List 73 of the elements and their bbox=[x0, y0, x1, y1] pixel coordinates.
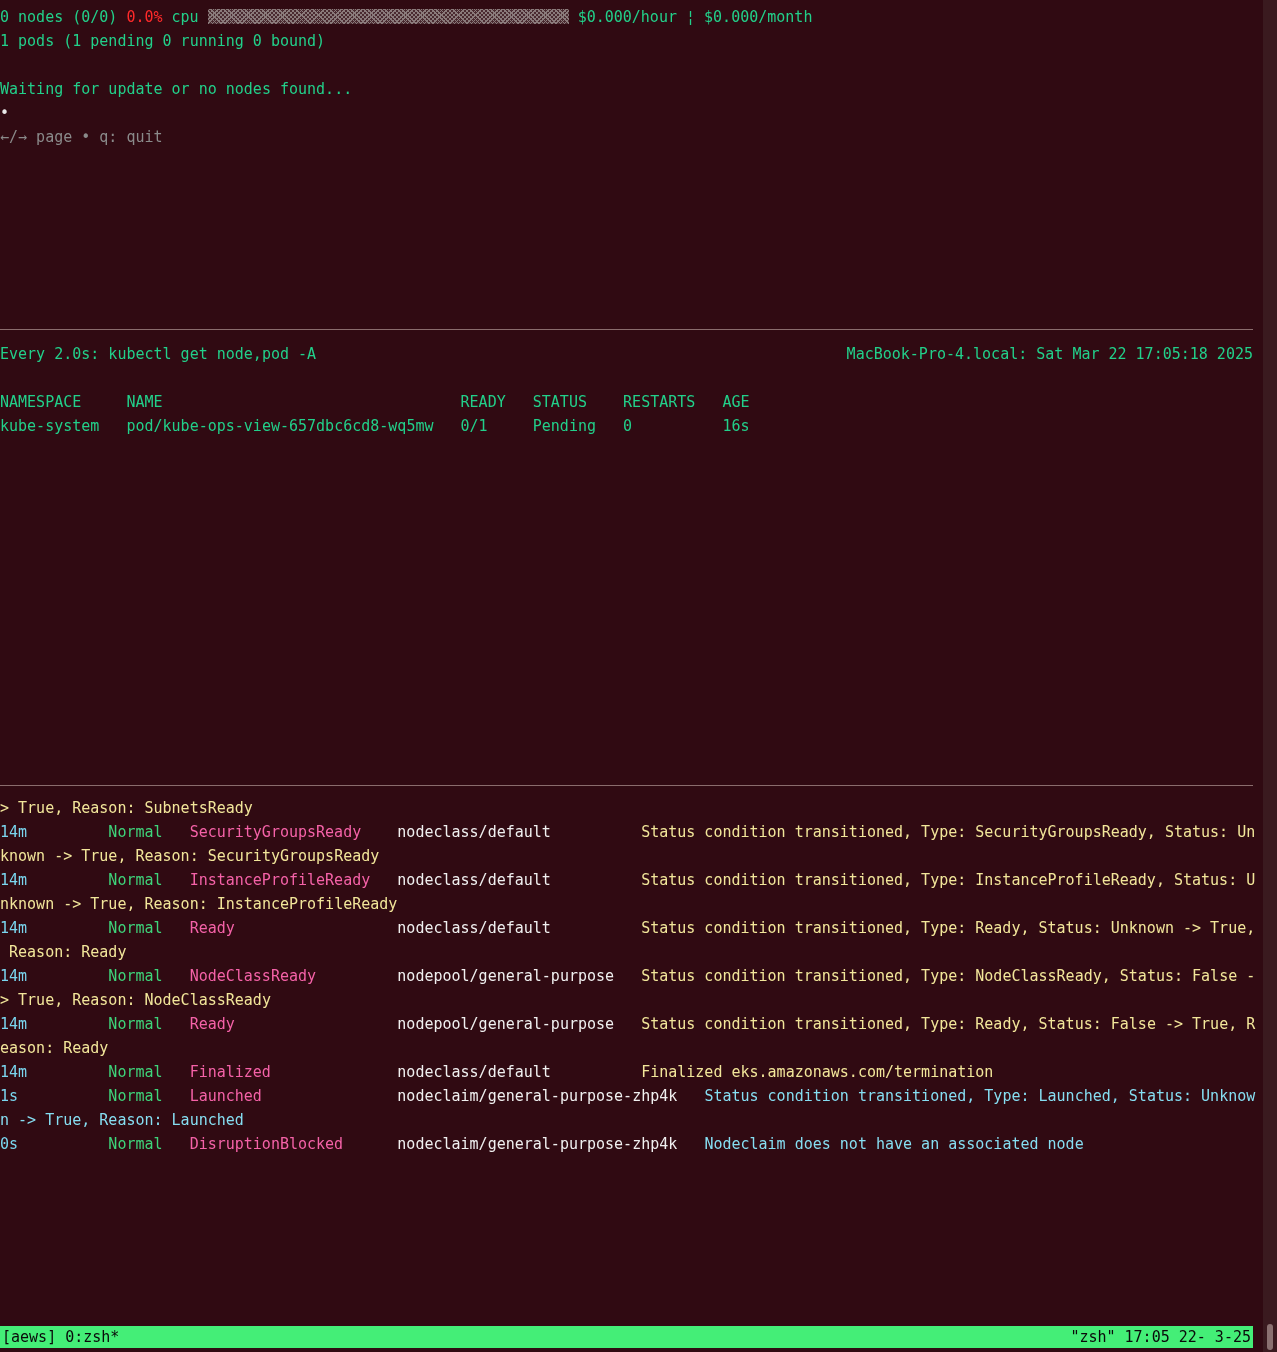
event-message: Finalized eks.amazonaws.com/termination bbox=[641, 1062, 994, 1083]
event-reason: SecurityGroupsReady bbox=[189, 822, 363, 843]
event-reason: Ready bbox=[189, 918, 236, 939]
event-reason: Launched bbox=[189, 1086, 263, 1107]
table-cell-text: Pending bbox=[532, 416, 597, 437]
column-header: READY bbox=[460, 392, 507, 413]
cpu-label: cpu bbox=[171, 7, 199, 28]
event-message: > True, Reason: NodeClassReady bbox=[0, 990, 271, 1011]
table-cell-text: 0/1 bbox=[460, 416, 489, 437]
pods-summary: 1 pods (1 pending 0 running 0 bound) bbox=[0, 31, 326, 52]
spinner-dot: • bbox=[0, 103, 10, 124]
event-type: Normal bbox=[108, 1062, 164, 1083]
event-reason: Finalized bbox=[189, 1062, 272, 1083]
event-age: 0s bbox=[0, 1134, 20, 1155]
event-type: Normal bbox=[108, 966, 164, 987]
column-header: NAMESPACE bbox=[0, 392, 83, 413]
event-type: Normal bbox=[108, 1086, 164, 1107]
event-object: nodeclass/default bbox=[397, 1062, 552, 1083]
event-object: nodepool/general-purpose bbox=[397, 966, 616, 987]
event-message: n -> True, Reason: Launched bbox=[0, 1110, 244, 1131]
event-object: nodeclass/default bbox=[397, 870, 552, 891]
watch-command: Every 2.0s: kubectl get node,pod -A bbox=[0, 344, 317, 365]
status-message: Waiting for update or no nodes found... bbox=[0, 79, 353, 100]
column-header: RESTARTS bbox=[623, 392, 697, 413]
event-message: eason: Ready bbox=[0, 1038, 109, 1059]
event-message: Status condition transitioned, Type: NodeClassReady, Status: False - bbox=[641, 966, 1256, 987]
cpu-percent: 0.0% bbox=[126, 7, 163, 28]
column-header: NAME bbox=[126, 392, 164, 413]
session-name: [aews] 0:zsh* bbox=[2, 1327, 120, 1348]
node-count: 0 nodes (0/0) bbox=[0, 7, 118, 28]
event-reason: Ready bbox=[189, 1014, 236, 1035]
scrollbar-thumb[interactable] bbox=[1267, 1324, 1273, 1350]
event-message: Status condition transitioned, Type: Launched, Status: Unknow bbox=[704, 1086, 1256, 1107]
event-reason: InstanceProfileReady bbox=[189, 870, 372, 891]
event-object: nodeclass/default bbox=[397, 918, 552, 939]
event-type: Normal bbox=[108, 918, 164, 939]
event-message: Status condition transitioned, Type: Ready, Status: Unknown -> True, bbox=[641, 918, 1256, 939]
event-message: Status condition transitioned, Type: SecurityGroupsReady, Status: Un bbox=[641, 822, 1256, 843]
host-time: MacBook-Pro-4.local: Sat Mar 22 17:05:18 2025 bbox=[846, 344, 1253, 365]
event-object: nodeclaim/general-purpose-zhp4k bbox=[397, 1086, 679, 1107]
event-type: Normal bbox=[108, 1014, 164, 1035]
event-message: Reason: Ready bbox=[8, 942, 127, 963]
event-age: 14m bbox=[0, 870, 29, 891]
event-type: Normal bbox=[108, 1134, 164, 1155]
table-cell-text: kube-system bbox=[0, 416, 101, 437]
event-object: nodepool/general-purpose bbox=[397, 1014, 616, 1035]
event-message: > True, Reason: SubnetsReady bbox=[0, 798, 253, 819]
event-type: Normal bbox=[108, 870, 164, 891]
table-cell-text: 0 bbox=[623, 416, 634, 437]
event-reason: DisruptionBlocked bbox=[189, 1134, 345, 1155]
column-header: STATUS bbox=[532, 392, 588, 413]
scrollbar[interactable] bbox=[1263, 0, 1277, 1352]
event-message: known -> True, Reason: SecurityGroupsReady bbox=[0, 846, 380, 867]
help-text: ←/→ page • q: quit bbox=[0, 127, 163, 148]
event-message: nknown -> True, Reason: InstanceProfileReady bbox=[0, 894, 398, 915]
column-header: AGE bbox=[722, 392, 751, 413]
event-age: 14m bbox=[0, 966, 29, 987]
event-age: 14m bbox=[0, 1062, 29, 1083]
event-message: Nodeclaim does not have an associated node bbox=[704, 1134, 1084, 1155]
event-age: 14m bbox=[0, 822, 29, 843]
event-message: Status condition transitioned, Type: Ready, Status: False -> True, R bbox=[641, 1014, 1256, 1035]
event-age: 14m bbox=[0, 918, 29, 939]
event-object: nodeclass/default bbox=[397, 822, 552, 843]
event-age: 14m bbox=[0, 1014, 29, 1035]
table-cell-text: 16s bbox=[722, 416, 751, 437]
status-info: "zsh" 17:05 22- 3-25 bbox=[1070, 1327, 1251, 1348]
cost-text: $0.000/hour ¦ $0.000/month bbox=[577, 7, 813, 28]
event-object: nodeclaim/general-purpose-zhp4k bbox=[397, 1134, 679, 1155]
event-type: Normal bbox=[108, 822, 164, 843]
event-age: 1s bbox=[0, 1086, 20, 1107]
event-reason: NodeClassReady bbox=[189, 966, 318, 987]
event-message: Status condition transitioned, Type: InstanceProfileReady, Status: U bbox=[641, 870, 1256, 891]
table-cell-text: pod/kube-ops-view-657dbc6cd8-wq5mw bbox=[126, 416, 435, 437]
